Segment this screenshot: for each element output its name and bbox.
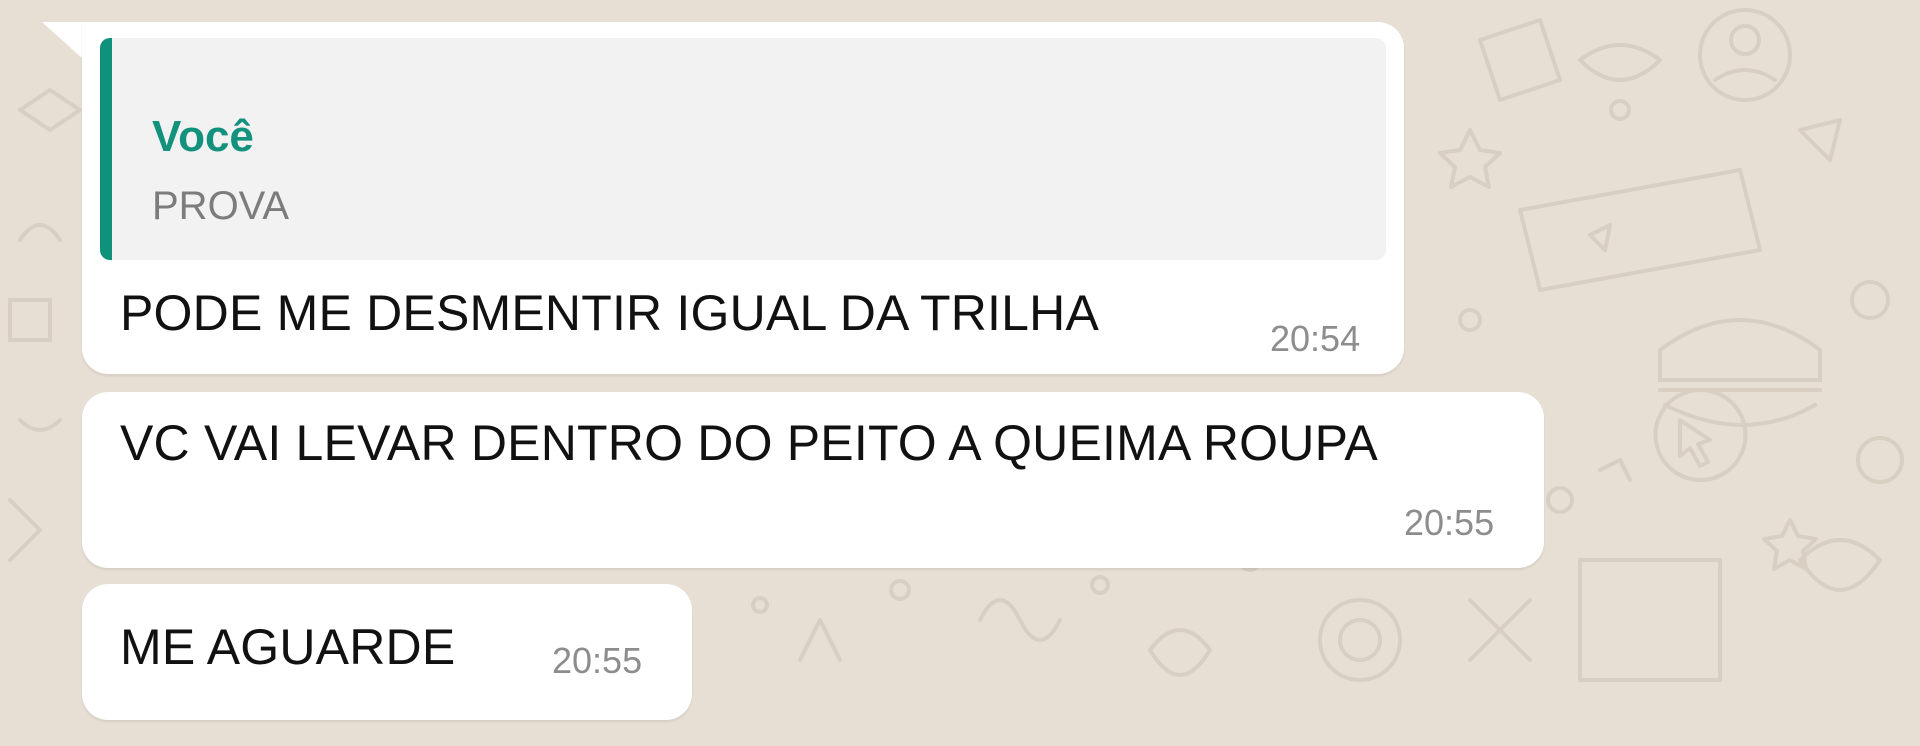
message-timestamp: 20:54 [1270, 318, 1361, 359]
message-text: ME AGUARDE [120, 619, 456, 675]
message-bubble-reply[interactable]: Você PROVA PODE ME DESMENTIR IGUAL DA TR… [82, 22, 1404, 374]
message-timestamp: 20:55 [552, 640, 643, 681]
quoted-message[interactable]: Você PROVA [100, 38, 1386, 260]
quoted-text: PROVA [152, 184, 290, 228]
message-text: PODE ME DESMENTIR IGUAL DA TRILHA [120, 285, 1100, 341]
bubble-tail [42, 22, 84, 60]
message-text: VC VAI LEVAR DENTRO DO PEITO A QUEIMA RO… [120, 415, 1378, 471]
quoted-author: Você [152, 112, 254, 161]
message-timestamp: 20:55 [1404, 502, 1495, 543]
message-bubble[interactable]: VC VAI LEVAR DENTRO DO PEITO A QUEIMA RO… [82, 392, 1544, 568]
quote-accent-bar [100, 38, 112, 260]
message-bubble[interactable]: ME AGUARDE 20:55 [82, 584, 692, 720]
